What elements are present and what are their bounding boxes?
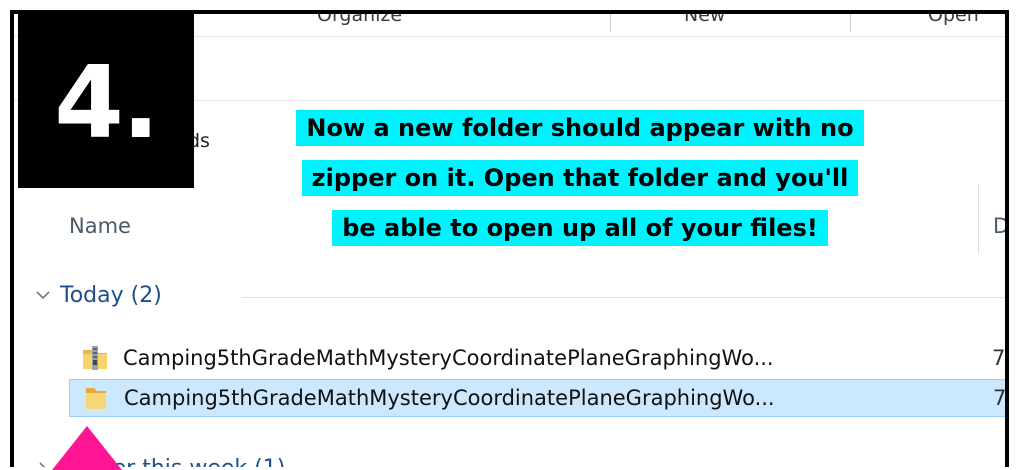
file-row-zip[interactable]: Camping5thGradeMathMysteryCoordinatePlan… [69, 339, 1006, 377]
file-date: 7/ [993, 386, 1007, 410]
group-label: Today (2) [60, 282, 162, 308]
file-name: Camping5thGradeMathMysteryCoordinatePlan… [123, 346, 774, 370]
step-number-badge: 4. [18, 12, 194, 188]
column-header-name[interactable]: Name [69, 214, 131, 238]
chevron-down-icon [36, 291, 50, 300]
group-header-today[interactable]: Today (2) [34, 280, 162, 310]
ribbon-group-open[interactable]: Open [928, 14, 979, 32]
instruction-line-2: zipper on it. Open that folder and you'l… [301, 160, 859, 196]
folder-icon [86, 388, 106, 409]
ribbon-group-organize[interactable]: Organize [317, 14, 402, 32]
group-divider [242, 297, 1005, 298]
file-date: 7/ [992, 346, 1006, 370]
instruction-line-1: Now a new folder should appear with no [296, 110, 864, 146]
column-header-date[interactable]: D [993, 214, 1005, 238]
chevron-right-icon[interactable] [34, 460, 52, 467]
column-separator[interactable] [978, 184, 979, 254]
pointer-arrow-icon [52, 426, 122, 470]
file-row-folder[interactable]: Camping5thGradeMathMysteryCoordinatePlan… [69, 379, 1007, 417]
ribbon-separator [610, 14, 611, 32]
instruction-callout: Now a new folder should appear with no z… [240, 110, 920, 260]
ribbon-group-new[interactable]: New [684, 14, 725, 32]
file-name: Camping5thGradeMathMysteryCoordinatePlan… [124, 386, 775, 410]
zip-folder-icon [83, 346, 107, 370]
instruction-line-3: be able to open up all of your files! [332, 210, 828, 246]
ribbon-separator [850, 14, 851, 32]
